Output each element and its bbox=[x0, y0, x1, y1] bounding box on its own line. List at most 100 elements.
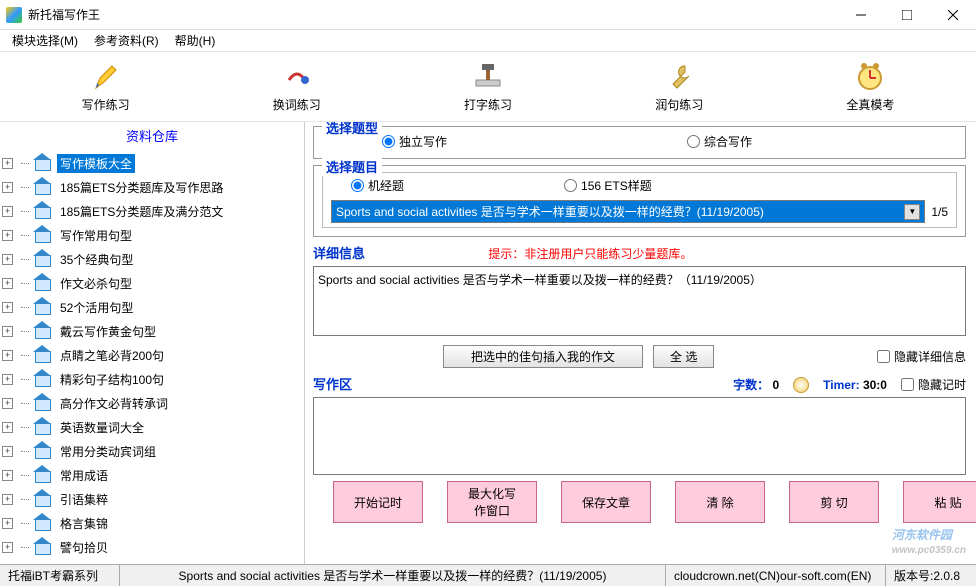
tree-item[interactable]: + 精彩句子结构100句 bbox=[2, 367, 302, 391]
close-button[interactable] bbox=[930, 0, 976, 30]
hide-detail-checkbox[interactable] bbox=[877, 350, 890, 363]
tree-item[interactable]: +英语数量词大全 bbox=[2, 415, 302, 439]
toolbar-sentence[interactable]: 润句练习 bbox=[584, 56, 775, 117]
radio-jijing[interactable]: 机经题 bbox=[351, 177, 404, 194]
tree-item[interactable]: +譬句拾贝 bbox=[2, 535, 302, 559]
menubar: 模块选择(M) 参考资料(R) 帮助(H) bbox=[0, 30, 976, 52]
toolbar-words[interactable]: 换词练习 bbox=[201, 56, 392, 117]
hammer-icon bbox=[472, 60, 504, 92]
expand-icon[interactable]: + bbox=[2, 326, 13, 337]
tree-item-label: 52个活用句型 bbox=[57, 298, 136, 317]
radio-independent-input[interactable] bbox=[382, 135, 395, 148]
tree-item[interactable]: +点睛之笔必背200句 bbox=[2, 343, 302, 367]
expand-icon[interactable]: + bbox=[2, 518, 13, 529]
expand-icon[interactable]: + bbox=[2, 398, 13, 409]
expand-icon[interactable]: + bbox=[2, 182, 13, 193]
maximize-button[interactable] bbox=[884, 0, 930, 30]
clock-icon bbox=[854, 60, 886, 92]
expand-icon[interactable]: + bbox=[2, 230, 13, 241]
titlebar: 新托福写作王 bbox=[0, 0, 976, 30]
status-series: 托福iBT考霸系列 bbox=[0, 565, 120, 586]
expand-icon[interactable]: + bbox=[2, 206, 13, 217]
radio-jijing-input[interactable] bbox=[351, 179, 364, 192]
main-area: 资料仓库 +写作模板大全+185篇ETS分类题库及写作思路+185篇ETS分类题… bbox=[0, 122, 976, 564]
radio-ets[interactable]: 156 ETS样题 bbox=[564, 177, 652, 194]
tree-item[interactable]: +35个经典句型 bbox=[2, 247, 302, 271]
write-textarea[interactable] bbox=[313, 397, 966, 475]
radio-integrated[interactable]: 综合写作 bbox=[687, 133, 752, 150]
expand-icon[interactable]: + bbox=[2, 350, 13, 361]
hide-timer-checkbox[interactable] bbox=[901, 378, 914, 391]
toolbar-words-label: 换词练习 bbox=[273, 96, 321, 113]
window-title: 新托福写作王 bbox=[28, 6, 838, 23]
detail-textarea[interactable] bbox=[313, 266, 966, 336]
radio-independent[interactable]: 独立写作 bbox=[382, 133, 447, 150]
menu-modules[interactable]: 模块选择(M) bbox=[4, 30, 86, 51]
menu-reference[interactable]: 参考资料(R) bbox=[86, 30, 167, 51]
clear-button[interactable]: 清 除 bbox=[675, 481, 765, 523]
tree-item-label: 精彩句子结构100句 bbox=[57, 370, 167, 389]
house-icon bbox=[33, 347, 53, 363]
expand-icon[interactable]: + bbox=[2, 494, 13, 505]
tree-item[interactable]: +写作常用句型 bbox=[2, 223, 302, 247]
tree-item[interactable]: +常用分类动宾词组 bbox=[2, 439, 302, 463]
menu-help[interactable]: 帮助(H) bbox=[167, 30, 224, 51]
paste-button[interactable]: 粘 贴 bbox=[903, 481, 976, 523]
hide-timer-check[interactable]: 隐藏记时 bbox=[901, 376, 966, 393]
toolbar-exam[interactable]: 全真模考 bbox=[775, 56, 966, 117]
expand-icon[interactable]: + bbox=[2, 446, 13, 457]
chevron-down-icon[interactable]: ▼ bbox=[904, 204, 920, 220]
minimize-icon bbox=[856, 10, 866, 20]
tree-item[interactable]: +写作模板大全 bbox=[2, 151, 302, 175]
tree-item[interactable]: +185篇ETS分类题库及写作思路 bbox=[2, 175, 302, 199]
tree-item[interactable]: +引语集粹 bbox=[2, 487, 302, 511]
insert-sentence-button[interactable]: 把选中的佳句插入我的作文 bbox=[443, 345, 643, 368]
tree-item[interactable]: +戴云写作黄金句型 bbox=[2, 319, 302, 343]
wrench-icon bbox=[663, 60, 695, 92]
sidebar: 资料仓库 +写作模板大全+185篇ETS分类题库及写作思路+185篇ETS分类题… bbox=[0, 122, 305, 564]
expand-icon[interactable]: + bbox=[2, 158, 13, 169]
expand-icon[interactable]: + bbox=[2, 542, 13, 553]
toolbar-writing[interactable]: 写作练习 bbox=[10, 56, 201, 117]
tree-item-label: 185篇ETS分类题库及写作思路 bbox=[57, 178, 226, 197]
page-indicator: 1/5 bbox=[931, 205, 948, 219]
tree-item[interactable]: +185篇ETS分类题库及满分范文 bbox=[2, 199, 302, 223]
detail-label: 详细信息 bbox=[313, 243, 365, 262]
expand-icon[interactable]: + bbox=[2, 470, 13, 481]
radio-ets-input[interactable] bbox=[564, 179, 577, 192]
expand-icon[interactable]: + bbox=[2, 278, 13, 289]
status-question: Sports and social activities 是否与学术一样重要以及… bbox=[120, 565, 666, 586]
expand-icon[interactable]: + bbox=[2, 302, 13, 313]
start-timer-button[interactable]: 开始记时 bbox=[333, 481, 423, 523]
house-icon bbox=[33, 515, 53, 531]
hide-detail-check[interactable]: 隐藏详细信息 bbox=[877, 348, 966, 365]
mid-row: 把选中的佳句插入我的作文 全 选 隐藏详细信息 bbox=[313, 345, 966, 368]
expand-icon[interactable]: + bbox=[2, 254, 13, 265]
tree-item-label: 作文必杀句型 bbox=[57, 274, 135, 293]
toolbar-sentence-label: 润句练习 bbox=[655, 96, 703, 113]
question-select-group: 选择题目 机经题 156 ETS样题 Sports and social act… bbox=[313, 165, 966, 237]
house-icon bbox=[33, 251, 53, 267]
expand-icon[interactable]: + bbox=[2, 422, 13, 433]
question-combo[interactable]: Sports and social activities 是否与学术一样重要以及… bbox=[331, 200, 925, 223]
house-icon bbox=[33, 539, 53, 555]
status-site: cloudcrown.net(CN)our-soft.com(EN) bbox=[666, 565, 886, 586]
select-all-button[interactable]: 全 选 bbox=[653, 345, 714, 368]
toolbar-typing[interactable]: 打字练习 bbox=[392, 56, 583, 117]
house-icon bbox=[33, 467, 53, 483]
minimize-button[interactable] bbox=[838, 0, 884, 30]
app-icon bbox=[6, 7, 22, 23]
tree[interactable]: +写作模板大全+185篇ETS分类题库及写作思路+185篇ETS分类题库及满分范… bbox=[0, 149, 304, 564]
tree-item[interactable]: + 作文必杀句型 bbox=[2, 271, 302, 295]
radio-integrated-input[interactable] bbox=[687, 135, 700, 148]
save-article-button[interactable]: 保存文章 bbox=[561, 481, 651, 523]
tree-item[interactable]: +52个活用句型 bbox=[2, 295, 302, 319]
expand-icon[interactable]: + bbox=[2, 374, 13, 385]
tree-item[interactable]: +高分作文必背转承词 bbox=[2, 391, 302, 415]
maximize-write-button[interactable]: 最大化写作窗口 bbox=[447, 481, 537, 523]
house-icon bbox=[33, 491, 53, 507]
tree-item[interactable]: +格言集锦 bbox=[2, 511, 302, 535]
house-icon bbox=[33, 227, 53, 243]
tree-item[interactable]: +常用成语 bbox=[2, 463, 302, 487]
cut-button[interactable]: 剪 切 bbox=[789, 481, 879, 523]
